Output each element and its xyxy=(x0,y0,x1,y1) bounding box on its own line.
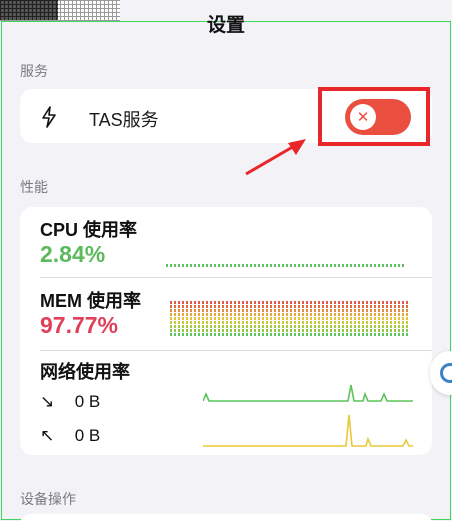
upload-chart xyxy=(203,414,413,447)
upload-value: 0 B xyxy=(74,426,101,445)
cpu-usage-title: CPU 使用率 xyxy=(40,220,138,240)
pointer-arrow-icon xyxy=(245,139,306,176)
mem-usage-chart xyxy=(170,301,410,337)
section-label-device-actions: 设备操作 xyxy=(20,491,76,507)
divider xyxy=(40,350,432,351)
cpu-usage-chart xyxy=(166,264,406,267)
cpu-usage-value: 2.84% xyxy=(40,241,106,267)
arrow-down-right-icon: ↘ xyxy=(40,392,55,411)
performance-card: CPU 使用率 2.84% MEM 使用率 97.77% 网络使用率 ↘ 0 B… xyxy=(20,207,432,455)
mem-usage-title: MEM 使用率 xyxy=(40,291,141,311)
arrow-up-left-icon: ↖ xyxy=(40,426,55,445)
mem-usage-value: 97.77% xyxy=(40,312,119,338)
section-label-performance: 性能 xyxy=(20,179,48,195)
tas-service-toggle[interactable]: ✕ xyxy=(345,99,411,135)
page-title: 设置 xyxy=(206,15,245,36)
divider xyxy=(40,277,432,278)
tas-service-label: TAS服务 xyxy=(89,110,159,130)
bolt-icon xyxy=(42,106,56,128)
download-row: ↘ 0 B xyxy=(40,392,100,412)
network-usage-title: 网络使用率 xyxy=(40,362,130,382)
device-actions-card xyxy=(20,514,432,521)
download-value: 0 B xyxy=(74,392,101,411)
floating-assistive-button[interactable] xyxy=(430,351,452,395)
section-label-services: 服务 xyxy=(20,63,48,79)
upload-row: ↖ 0 B xyxy=(40,426,100,446)
close-icon: ✕ xyxy=(350,104,376,130)
